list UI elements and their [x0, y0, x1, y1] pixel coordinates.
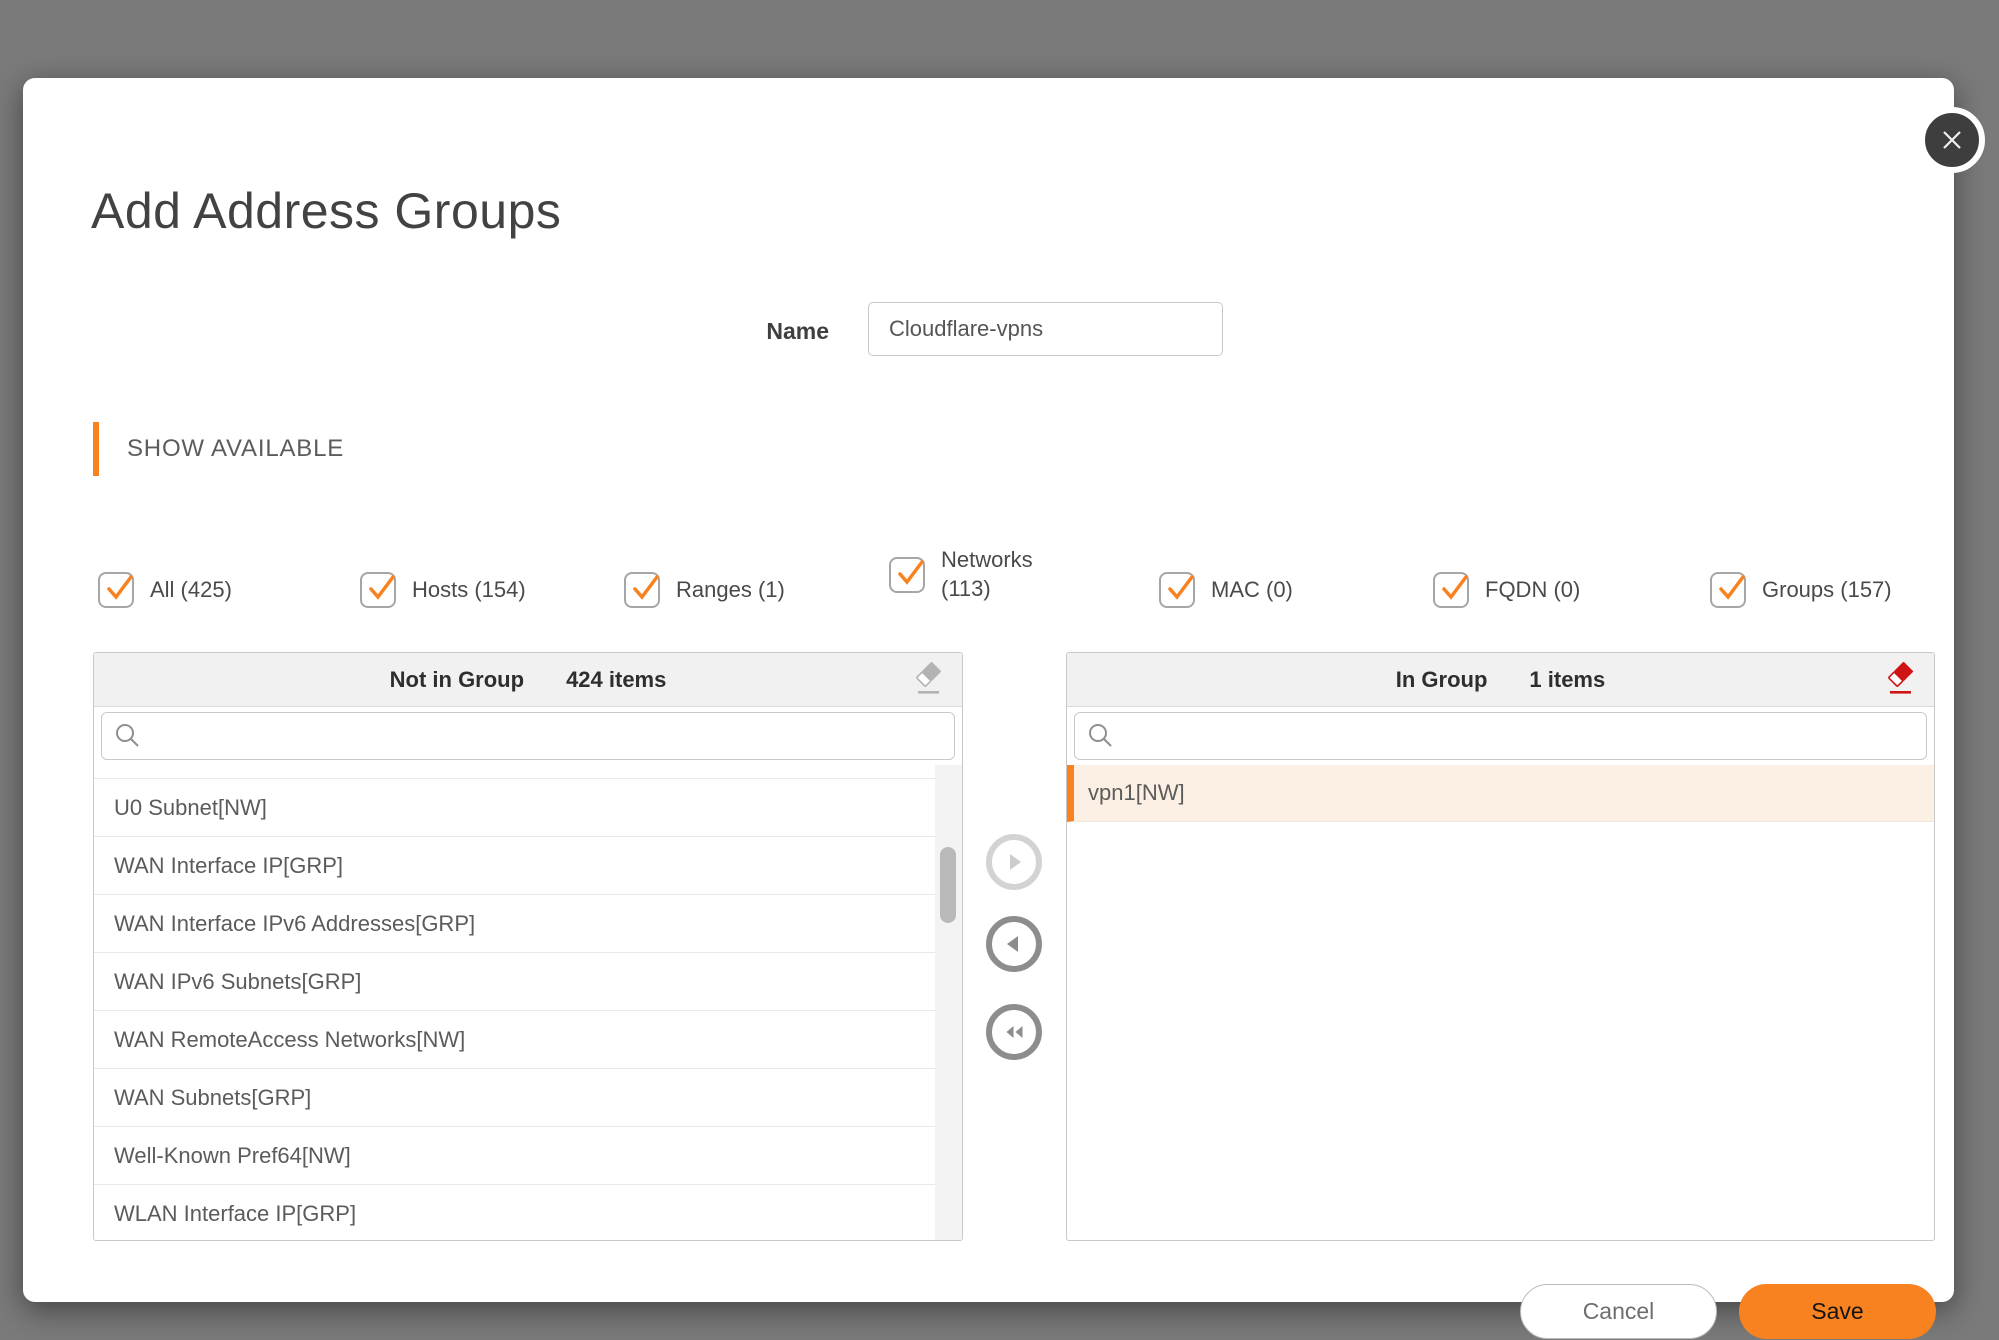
list-item[interactable]: U0 Subnet[NW]	[94, 779, 962, 837]
not-in-group-header: Not in Group 424 items	[94, 653, 962, 707]
clear-selection-icon[interactable]	[910, 661, 946, 696]
arrow-left-icon	[1007, 936, 1018, 952]
cancel-button[interactable]: Cancel	[1520, 1284, 1717, 1339]
filter-fqdn[interactable]: FQDN (0)	[1433, 565, 1580, 615]
filter-groups[interactable]: Groups (157)	[1710, 565, 1892, 615]
in-group-panel: In Group 1 items vpn1[NW]	[1066, 652, 1935, 1241]
search-icon	[116, 724, 139, 747]
save-button[interactable]: Save	[1739, 1284, 1936, 1339]
checkbox-checked-icon[interactable]	[1159, 572, 1195, 608]
section-accent-bar	[93, 422, 99, 476]
double-arrow-left-icon	[1006, 1026, 1023, 1038]
filter-label: Groups (157)	[1762, 577, 1892, 602]
section-title: SHOW AVAILABLE	[127, 435, 345, 462]
filter-hosts[interactable]: Hosts (154)	[360, 565, 526, 615]
not-in-group-panel: Not in Group 424 items U0 Subnet[NW] WAN…	[93, 652, 963, 1241]
move-right-button[interactable]	[986, 834, 1042, 890]
list-item[interactable]: WAN RemoteAccess Networks[NW]	[94, 1011, 962, 1069]
in-group-search-input[interactable]	[1125, 722, 1914, 750]
name-field-label: Name	[766, 318, 829, 344]
search-box[interactable]	[101, 712, 955, 760]
panel-title: Not in Group	[389, 666, 525, 692]
filter-mac[interactable]: MAC (0)	[1159, 565, 1293, 615]
search-box[interactable]	[1074, 712, 1927, 760]
not-in-group-search-input[interactable]	[152, 722, 942, 750]
in-group-search-row	[1067, 707, 1934, 765]
list-item-partial	[94, 765, 962, 779]
close-button[interactable]	[1919, 107, 1985, 173]
panel-title: In Group	[1395, 666, 1488, 692]
checkbox-checked-icon[interactable]	[889, 557, 925, 593]
scrollbar-track[interactable]	[935, 765, 962, 1240]
list-item[interactable]: vpn1[NW]	[1067, 765, 1934, 822]
filter-label: All (425)	[150, 577, 232, 602]
panel-item-count: 424 items	[566, 666, 667, 692]
panel-item-count: 1 items	[1529, 666, 1606, 692]
in-group-header: In Group 1 items	[1067, 653, 1934, 707]
checkbox-checked-icon[interactable]	[98, 572, 134, 608]
filter-label: MAC (0)	[1211, 577, 1293, 602]
modal-backdrop: Add Address Groups Name SHOW AVAILABLE A…	[0, 0, 1999, 1340]
add-address-groups-dialog: Add Address Groups Name SHOW AVAILABLE A…	[23, 78, 1985, 1339]
list-item[interactable]: WAN Interface IPv6 Addresses[GRP]	[94, 895, 962, 953]
scrollbar-thumb[interactable]	[940, 847, 956, 923]
filter-networks[interactable]: Networks (113)	[889, 533, 1057, 617]
move-left-button[interactable]	[986, 916, 1042, 972]
checkbox-checked-icon[interactable]	[624, 572, 660, 608]
in-group-list: vpn1[NW]	[1067, 765, 1934, 1240]
search-icon	[1089, 724, 1112, 747]
checkbox-checked-icon[interactable]	[1710, 572, 1746, 608]
filter-label: Networks (113)	[941, 547, 1033, 601]
checkbox-checked-icon[interactable]	[360, 572, 396, 608]
list-item[interactable]: WAN Interface IP[GRP]	[94, 837, 962, 895]
clear-group-icon[interactable]	[1882, 661, 1918, 696]
arrow-right-icon	[1010, 854, 1021, 870]
list-item[interactable]: WAN IPv6 Subnets[GRP]	[94, 953, 962, 1011]
move-all-left-button[interactable]	[986, 1004, 1042, 1060]
not-in-group-search-row	[94, 707, 962, 765]
page-title: Add Address Groups	[91, 183, 562, 239]
filter-ranges[interactable]: Ranges (1)	[624, 565, 785, 615]
name-input[interactable]	[868, 302, 1223, 356]
filter-label: Ranges (1)	[676, 577, 785, 602]
checkbox-checked-icon[interactable]	[1433, 572, 1469, 608]
filter-all[interactable]: All (425)	[98, 565, 232, 615]
list-item[interactable]: Well-Known Pref64[NW]	[94, 1127, 962, 1185]
filter-label: FQDN (0)	[1485, 577, 1581, 602]
filter-label: Hosts (154)	[412, 577, 526, 602]
list-item[interactable]: WAN Subnets[GRP]	[94, 1069, 962, 1127]
list-item[interactable]: WLAN Interface IP[GRP]	[94, 1185, 962, 1240]
not-in-group-list: U0 Subnet[NW] WAN Interface IP[GRP] WAN …	[94, 765, 962, 1240]
close-icon	[1939, 127, 1965, 153]
